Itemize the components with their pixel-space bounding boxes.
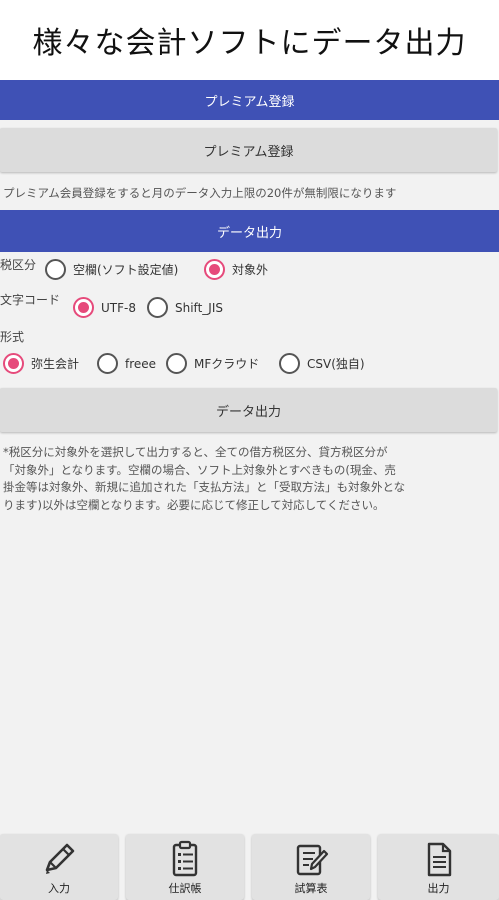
nav-input-label: 入力 (48, 882, 70, 895)
radio-circle (97, 353, 118, 374)
bottom-navigation: 入力 仕訳帳 試算表 出力 (0, 834, 499, 900)
format-csv-label: CSV(独自) (307, 357, 365, 371)
document-icon (427, 842, 451, 877)
tax-notice-line: 掛金等は対象外、新規に追加された「支払方法」と「受取方法」も対象外とな (3, 480, 406, 494)
radio-circle (3, 353, 24, 374)
format-csv-radio[interactable]: CSV(独自) (279, 353, 365, 374)
data-export-button-label: データ出力 (215, 404, 281, 420)
format-freee-label: freee (125, 356, 157, 371)
charset-shiftjis-radio[interactable]: Shift_JIS (147, 297, 223, 318)
premium-register-button[interactable]: プレミアム登録 (0, 128, 497, 172)
app-header: 様々な会計ソフトにデータ出力 (0, 0, 499, 80)
radio-circle (147, 297, 168, 318)
format-freee-radio[interactable]: freee (97, 353, 156, 374)
radio-circle (73, 297, 94, 318)
nav-journal-label: 仕訳帳 (168, 882, 202, 895)
tax-notice-line: 「対象外」となります。空欄の場合、ソフト上対象外とすべきもの(現金、売 (3, 462, 396, 477)
tax-category-label: 税区分 (0, 258, 37, 272)
tax-option-excluded-radio[interactable]: 対象外 (204, 259, 268, 280)
tax-option-excluded-label: 対象外 (232, 263, 269, 277)
premium-register-button-label: プレミアム登録 (203, 144, 294, 160)
format-mfcloud-label: MFクラウド (194, 357, 260, 371)
nav-export-label: 出力 (427, 882, 450, 895)
charset-label: 文字コード (0, 293, 61, 307)
premium-section-title: プレミアム登録 (204, 94, 295, 110)
charset-utf8-radio[interactable]: UTF-8 (73, 297, 136, 318)
tax-option-blank-radio[interactable]: 空欄(ソフト設定値) (45, 259, 178, 280)
nav-journal[interactable]: 仕訳帳 (126, 834, 244, 900)
charset-shiftjis-label: Shift_JIS (175, 300, 223, 315)
format-mfcloud-radio[interactable]: MFクラウド (166, 353, 259, 374)
charset-utf8-label: UTF-8 (101, 300, 136, 315)
tax-notice-line: *税区分に対象外を選択して出力すると、全ての借方税区分、貸方税区分が (3, 445, 388, 459)
format-yayoi-radio[interactable]: 弥生会計 (3, 353, 79, 374)
pencil-icon (45, 843, 75, 874)
clipboard-list-icon (172, 840, 198, 877)
format-yayoi-label: 弥生会計 (31, 357, 80, 371)
data-export-button[interactable]: データ出力 (0, 388, 497, 432)
nav-input[interactable]: 入力 (0, 834, 118, 900)
radio-circle (279, 353, 300, 374)
export-section-header: データ出力 (0, 210, 499, 252)
radio-circle (166, 353, 187, 374)
format-label: 形式 (0, 330, 25, 344)
tax-option-blank-label: 空欄(ソフト設定値) (73, 263, 179, 277)
nav-export[interactable]: 出力 (378, 834, 499, 900)
export-section-title: データ出力 (216, 225, 282, 241)
radio-circle (204, 259, 225, 280)
premium-description: プレミアム会員登録をすると月のデータ入力上限の20件が無制限になります (3, 186, 397, 200)
tax-notice-line: ります)以外は空欄となります。必要に応じて修正して対応してください。 (3, 497, 385, 512)
app-title: 様々な会計ソフトにデータ出力 (32, 26, 467, 61)
tax-notice: *税区分に対象外を選択して出力すると、全ての借方税区分、貸方税区分が 「対象外」… (3, 444, 495, 514)
premium-section-header: プレミアム登録 (0, 80, 499, 120)
ledger-edit-icon (296, 844, 329, 876)
nav-trial-balance-label: 試算表 (294, 882, 328, 895)
radio-circle (45, 259, 66, 280)
nav-trial-balance[interactable]: 試算表 (252, 834, 370, 900)
